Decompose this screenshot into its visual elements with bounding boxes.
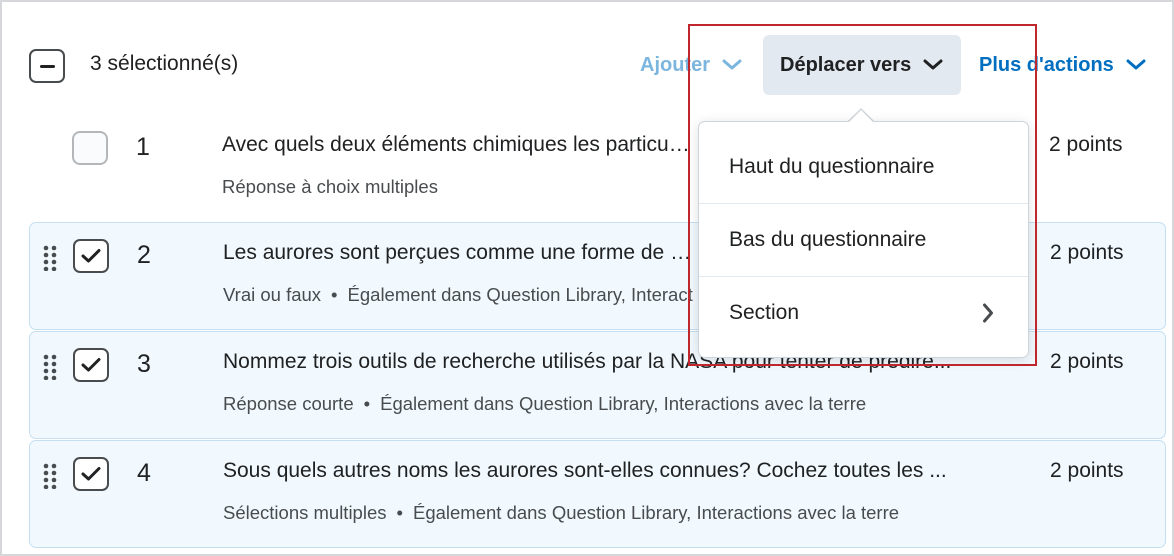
question-type: Réponse courte: [223, 393, 354, 414]
menu-item-label: Bas du questionnaire: [729, 228, 927, 251]
question-title[interactable]: Sous quels autres noms les aurores sont-…: [223, 459, 1028, 483]
question-meta: Vrai ou faux • Également dans Question Lib…: [223, 284, 693, 306]
chevron-down-icon: [1126, 59, 1146, 71]
question-number: 4: [137, 459, 151, 487]
question-also-in: Également dans Question Library, Interac…: [347, 284, 693, 305]
chevron-down-icon: [722, 59, 742, 71]
question-type: Réponse à choix multiples: [222, 176, 438, 197]
question-meta: Réponse à choix multiples: [222, 176, 438, 198]
select-all-checkbox[interactable]: [29, 49, 65, 83]
question-type: Sélections multiples: [223, 502, 387, 523]
question-also-in: Également dans Question Library, Interac…: [412, 502, 900, 523]
question-number: 3: [137, 350, 151, 378]
checkmark-icon: [81, 249, 101, 263]
question-points: 2 points: [1050, 459, 1124, 482]
chevron-down-icon: [923, 59, 943, 71]
question-title[interactable]: Les aurores sont perçues comme une forme…: [223, 241, 693, 265]
add-button-label: Ajouter: [640, 53, 710, 76]
question-checkbox[interactable]: [72, 131, 108, 165]
separator-dot: •: [396, 502, 403, 523]
menu-item-quiz-bottom[interactable]: Bas du questionnaire: [699, 203, 1028, 276]
selected-count: 3 sélectionné(s): [90, 52, 239, 75]
question-row[interactable]: 4 Sous quels autres noms les aurores son…: [29, 440, 1166, 548]
drag-handle-icon[interactable]: [43, 463, 57, 489]
question-checkbox[interactable]: [73, 239, 109, 273]
question-number: 2: [137, 241, 151, 269]
menu-caret-fill: [848, 110, 874, 123]
question-also-in: Également dans Question Library, Interac…: [380, 393, 867, 414]
chevron-right-icon: [983, 303, 993, 323]
menu-item-label: Section: [729, 301, 800, 324]
question-checkbox[interactable]: [73, 348, 109, 382]
minus-icon: [39, 64, 55, 68]
question-meta: Sélections multiples • Également dans Ques…: [223, 502, 899, 524]
question-meta: Réponse courte • Également dans Question L…: [223, 393, 866, 415]
move-to-button-label: Déplacer vers: [780, 53, 912, 76]
move-to-menu: Haut du questionnaire Bas du questionnai…: [698, 121, 1029, 358]
separator-dot: •: [331, 284, 338, 305]
question-type: Vrai ou faux: [223, 284, 322, 305]
question-title[interactable]: Avec quels deux éléments chimiques les p…: [222, 133, 692, 157]
question-points: 2 points: [1050, 241, 1124, 264]
move-to-button[interactable]: Déplacer vers: [763, 35, 961, 95]
more-actions-button-label: Plus d'actions: [979, 53, 1114, 76]
add-button[interactable]: Ajouter: [623, 35, 759, 95]
checkmark-icon: [81, 358, 101, 372]
quiz-question-list: 3 sélectionné(s) Ajouter Déplacer vers P…: [0, 0, 1174, 556]
checkmark-icon: [81, 467, 101, 481]
question-checkbox[interactable]: [73, 457, 109, 491]
menu-item-quiz-top[interactable]: Haut du questionnaire: [699, 130, 1028, 203]
question-number: 1: [136, 133, 150, 161]
drag-handle-icon[interactable]: [43, 354, 57, 380]
menu-item-label: Haut du questionnaire: [729, 154, 935, 178]
more-actions-button[interactable]: Plus d'actions: [962, 35, 1163, 95]
drag-handle-icon[interactable]: [43, 245, 57, 271]
menu-item-section[interactable]: Section: [699, 276, 1028, 349]
question-points: 2 points: [1050, 350, 1124, 373]
separator-dot: •: [363, 393, 371, 414]
question-points: 2 points: [1049, 133, 1123, 156]
